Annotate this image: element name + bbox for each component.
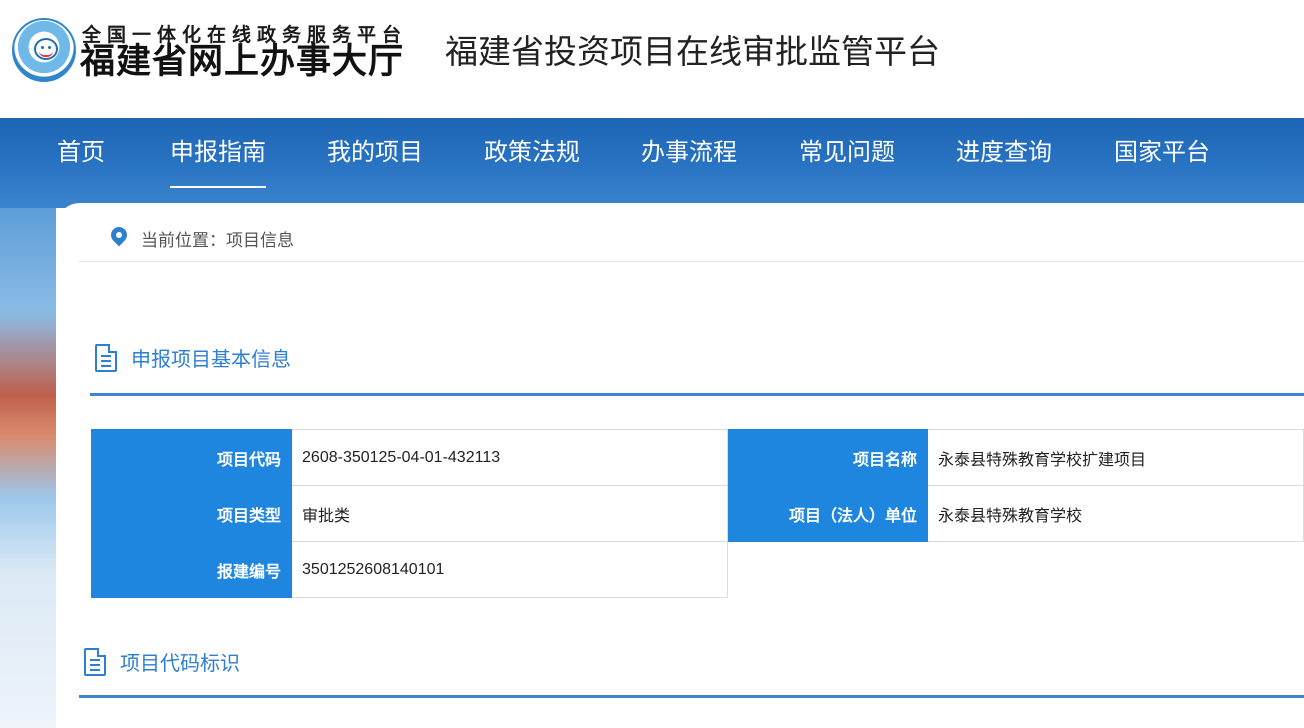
table-row: 报建编号 3501252608140101: [90, 541, 1304, 598]
background-decoration: [0, 208, 56, 728]
nav-item-policy[interactable]: 政策法规: [484, 136, 580, 188]
section-divider: [90, 393, 1304, 396]
project-unit-value: 永泰县特殊教育学校: [926, 485, 1304, 542]
section-divider: [79, 695, 1304, 698]
project-code-label: 项目代码: [90, 429, 293, 486]
project-type-value: 审批类: [291, 485, 728, 542]
section-code-id-header: 项目代码标识: [84, 648, 240, 676]
document-icon: [84, 648, 106, 676]
build-number-value: 3501252608140101: [291, 541, 728, 598]
logo-emblem-icon[interactable]: [12, 18, 76, 82]
site-title: 福建省投资项目在线审批监管平台: [445, 33, 940, 70]
project-type-label: 项目类型: [90, 485, 293, 542]
location-pin-icon: [107, 223, 131, 249]
project-info-table: 项目代码 2608-350125-04-01-432113 项目名称 永泰县特殊…: [90, 429, 1304, 598]
build-number-label: 报建编号: [90, 541, 293, 598]
nav-item-guide[interactable]: 申报指南: [170, 136, 266, 188]
project-unit-label: 项目（法人）单位: [726, 485, 928, 542]
nav-item-process[interactable]: 办事流程: [641, 136, 737, 188]
table-row: 项目类型 审批类 项目（法人）单位 永泰县特殊教育学校: [90, 485, 1304, 542]
nav-item-progress[interactable]: 进度查询: [956, 136, 1052, 188]
breadcrumb-divider: [79, 261, 1304, 262]
main-nav: 首页 申报指南 我的项目 政策法规 办事流程 常见问题 进度查询 国家平台: [0, 118, 1304, 208]
breadcrumb: 当前位置：项目信息: [107, 223, 294, 250]
project-code-value: 2608-350125-04-01-432113: [291, 429, 728, 486]
logo-title[interactable]: 福建省网上办事大厅: [80, 42, 404, 82]
nav-item-home[interactable]: 首页: [57, 136, 105, 188]
section-basic-info-header: 申报项目基本信息: [95, 344, 291, 372]
table-row: 项目代码 2608-350125-04-01-432113 项目名称 永泰县特殊…: [90, 429, 1304, 486]
nav-item-national-platform[interactable]: 国家平台: [1114, 136, 1210, 188]
project-name-label: 项目名称: [726, 429, 928, 486]
document-icon: [95, 344, 117, 372]
section-title-code-id: 项目代码标识: [120, 653, 240, 675]
nav-item-faq[interactable]: 常见问题: [799, 136, 895, 188]
section-title-basic-info: 申报项目基本信息: [131, 349, 291, 371]
project-name-value: 永泰县特殊教育学校扩建项目: [926, 429, 1304, 486]
empty-cell: [727, 541, 1304, 598]
breadcrumb-text: 当前位置：项目信息: [141, 230, 294, 250]
page-header: 全国一体化在线政务服务平台 福建省网上办事大厅 福建省投资项目在线审批监管平台: [0, 0, 1304, 118]
nav-item-my-projects[interactable]: 我的项目: [327, 136, 423, 188]
